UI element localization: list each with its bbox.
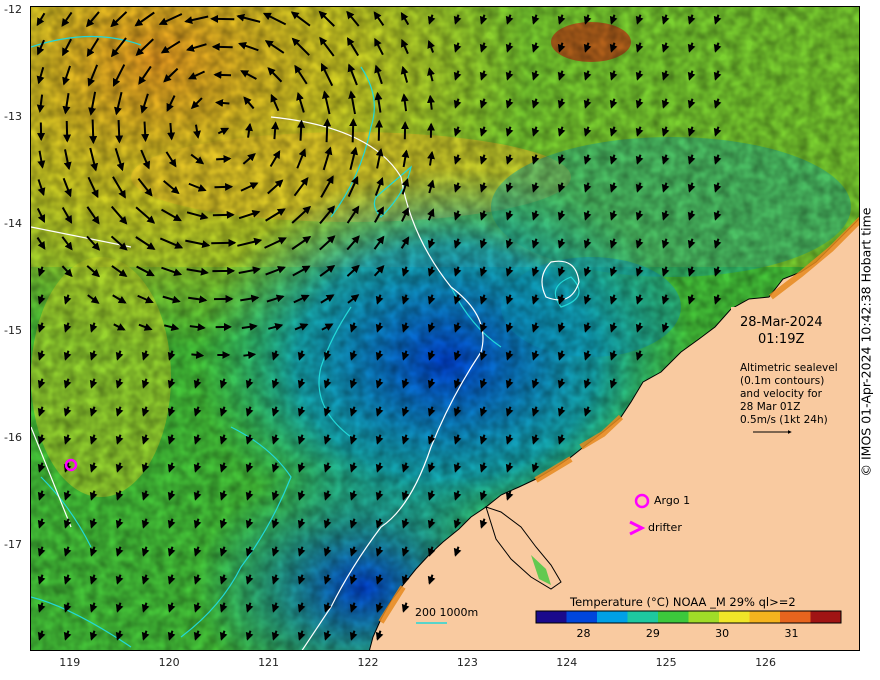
credit-text: © IMOS 01-Apr-2024 10:42:38 Hobart time [858,207,874,477]
contour-legend-label: 200 1000m [415,606,479,619]
velocity-arrow [243,351,257,360]
velocity-arrow [89,119,98,145]
colorbar-title: Temperature (°C) NOAA _M 29% ql>=2 [570,595,796,609]
colorbar-swatch [658,611,689,623]
lon-tick-label: 119 [59,656,81,669]
lon-tick-label: 126 [755,656,777,669]
velocity-arrow [141,121,150,143]
lon-tick-label: 122 [357,656,379,669]
land-panel [731,307,859,587]
sst-map [31,7,859,650]
velocity-arrow [216,154,232,163]
colorbar-swatch [627,611,659,623]
colorbar-tick-label: 31 [784,627,799,640]
colorbar-tick-label: 28 [576,627,591,640]
lat-tick-label: -12 [4,3,22,17]
colorbar-swatch [810,611,842,623]
colorbar-tick-label: 30 [715,627,730,640]
velocity-arrow [191,350,205,359]
colorbar-swatch [749,611,781,623]
map-frame [30,6,860,651]
velocity-arrow [349,118,358,143]
lat-tick-label: -16 [4,431,22,445]
colorbar-swatch [780,611,811,623]
velocity-arrow [271,121,280,140]
lon-tick-label: 125 [655,656,677,669]
info-line-2: (0.1m contours) [740,375,825,387]
info-line-4: 28 Mar 01Z [740,401,801,413]
map-time: 01:19Z [758,332,805,347]
lat-tick-label: -15 [4,324,22,338]
lon-tick-label: 124 [556,656,578,669]
info-line-5: 0.5m/s (1kt 24h) [740,414,828,426]
velocity-arrow [115,120,124,144]
colorbar-swatch [597,611,628,623]
velocity-arrow [213,70,232,79]
velocity-arrow [215,99,230,107]
colorbar [535,610,842,624]
velocity-arrow [297,119,306,141]
lat-tick-label: -17 [4,538,22,552]
colorbar-swatch [688,611,720,623]
info-line-3: and velocity for [740,388,822,400]
argo-label: Argo 1 [654,494,691,507]
velocity-arrow [167,123,176,141]
colorbar-swatch [719,611,750,623]
lat-tick-label: -14 [4,217,22,231]
colorbar-swatch [536,611,567,623]
info-line-1: Altimetric sealevel [740,362,838,374]
velocity-arrow [214,182,234,191]
velocity-arrow [63,120,72,143]
map-date: 28-Mar-2024 [740,315,823,330]
drifter-label: drifter [648,521,682,534]
lon-tick-label: 123 [456,656,478,669]
lat-tick-label: -13 [4,110,22,124]
colorbar-swatch [566,611,598,623]
velocity-arrow [323,118,332,143]
colorbar-tick-label: 29 [645,627,660,640]
lon-tick-label: 120 [158,656,180,669]
lon-tick-label: 121 [258,656,280,669]
